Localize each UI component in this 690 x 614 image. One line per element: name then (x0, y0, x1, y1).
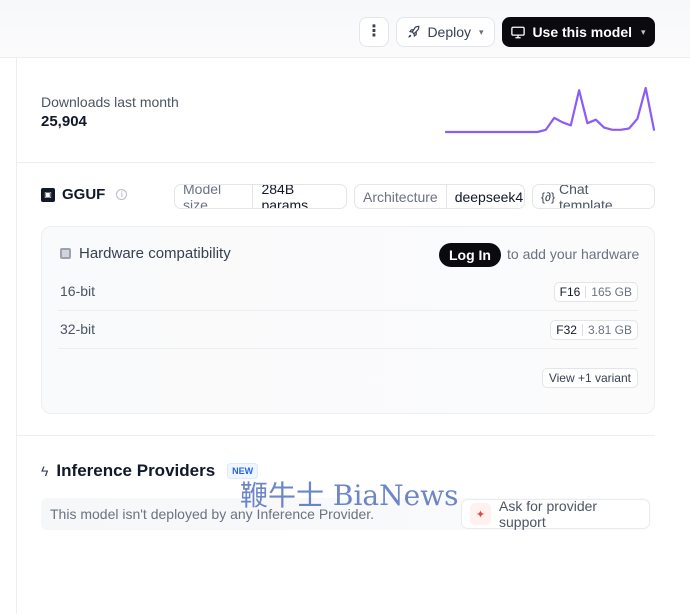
chevron-down-icon: ▾ (641, 26, 646, 37)
bolt-icon: ϟ (41, 463, 49, 479)
chevron-down-icon: ▾ (479, 26, 484, 37)
ask-provider-support-label: Ask for provider support (499, 498, 598, 530)
architecture-pill[interactable]: Architecture deepseek4 (354, 184, 525, 209)
bit-label: 32-bit (60, 321, 96, 337)
inference-providers-header: ϟ Inference Providers NEW (41, 461, 259, 481)
quant-size: 165 GB (591, 285, 632, 299)
downloads-value: 25,904 (41, 113, 87, 130)
provider-icon: ✦ (470, 503, 492, 525)
inference-providers-title: Inference Providers (56, 461, 216, 480)
bit-label: 16-bit (60, 283, 96, 299)
monitor-icon (511, 26, 526, 38)
vertical-dots-icon: ⋮ (366, 23, 382, 40)
gguf-icon: ▣ (41, 187, 55, 202)
chat-template-button[interactable]: {∂} Chat template (532, 184, 655, 209)
quant-separator (585, 286, 587, 298)
sparkline-line (444, 86, 656, 134)
quant-badge[interactable]: F32 3.81 GB (550, 320, 638, 340)
hardware-compatibility-panel: Hardware compatibility Log In to add you… (41, 226, 655, 414)
section-divider (16, 435, 655, 436)
architecture-key: Architecture (355, 185, 447, 208)
watermark-logo: 鞭牛士 BiaNews (240, 479, 459, 512)
use-this-model-label: Use this model (532, 24, 633, 40)
quant-name: F16 (559, 285, 581, 299)
more-options-button[interactable]: ⋮ (359, 17, 389, 47)
login-hint: to add your hardware (507, 246, 640, 262)
login-button[interactable]: Log In (439, 243, 501, 267)
hardware-row-32bit: 32-bit F32 3.81 GB (58, 311, 638, 349)
model-size-key: Model size (175, 185, 254, 208)
quant-size: 3.81 GB (587, 323, 632, 337)
model-size-pill: Model size 284B params (174, 184, 347, 209)
chat-template-label: Chat template (558, 184, 613, 209)
hardware-row-16bit: 16-bit F16 165 GB (58, 273, 638, 311)
downloads-label: Downloads last month (41, 94, 179, 110)
quant-name: F32 (556, 323, 577, 337)
downloads-sparkline (444, 86, 656, 134)
deploy-label: Deploy (427, 24, 472, 40)
quant-badge[interactable]: F16 165 GB (553, 282, 638, 302)
use-this-model-button[interactable]: Use this model ▾ (502, 17, 655, 47)
hardware-title: Hardware compatibility (60, 245, 231, 262)
architecture-value: deepseek4 (454, 188, 524, 205)
section-divider (16, 162, 655, 163)
deploy-button[interactable]: Deploy ▾ (396, 17, 495, 47)
gguf-title: GGUF (62, 186, 106, 203)
model-size-value: 284B params (261, 184, 309, 209)
top-toolbar: ⋮ Deploy ▾ Use this model ▾ (0, 0, 690, 58)
quant-separator (581, 324, 583, 336)
info-icon[interactable]: i (116, 189, 128, 200)
hardware-title-label: Hardware compatibility (79, 245, 231, 262)
gguf-header: ▣ GGUF i (41, 186, 128, 203)
chip-icon (60, 248, 71, 259)
rocket-icon (408, 25, 420, 38)
view-variants-button[interactable]: View +1 variant (541, 368, 638, 388)
braces-icon: {∂} (541, 189, 555, 204)
left-divider (16, 58, 17, 614)
ask-provider-support-button[interactable]: ✦ Ask for provider support (461, 498, 650, 530)
